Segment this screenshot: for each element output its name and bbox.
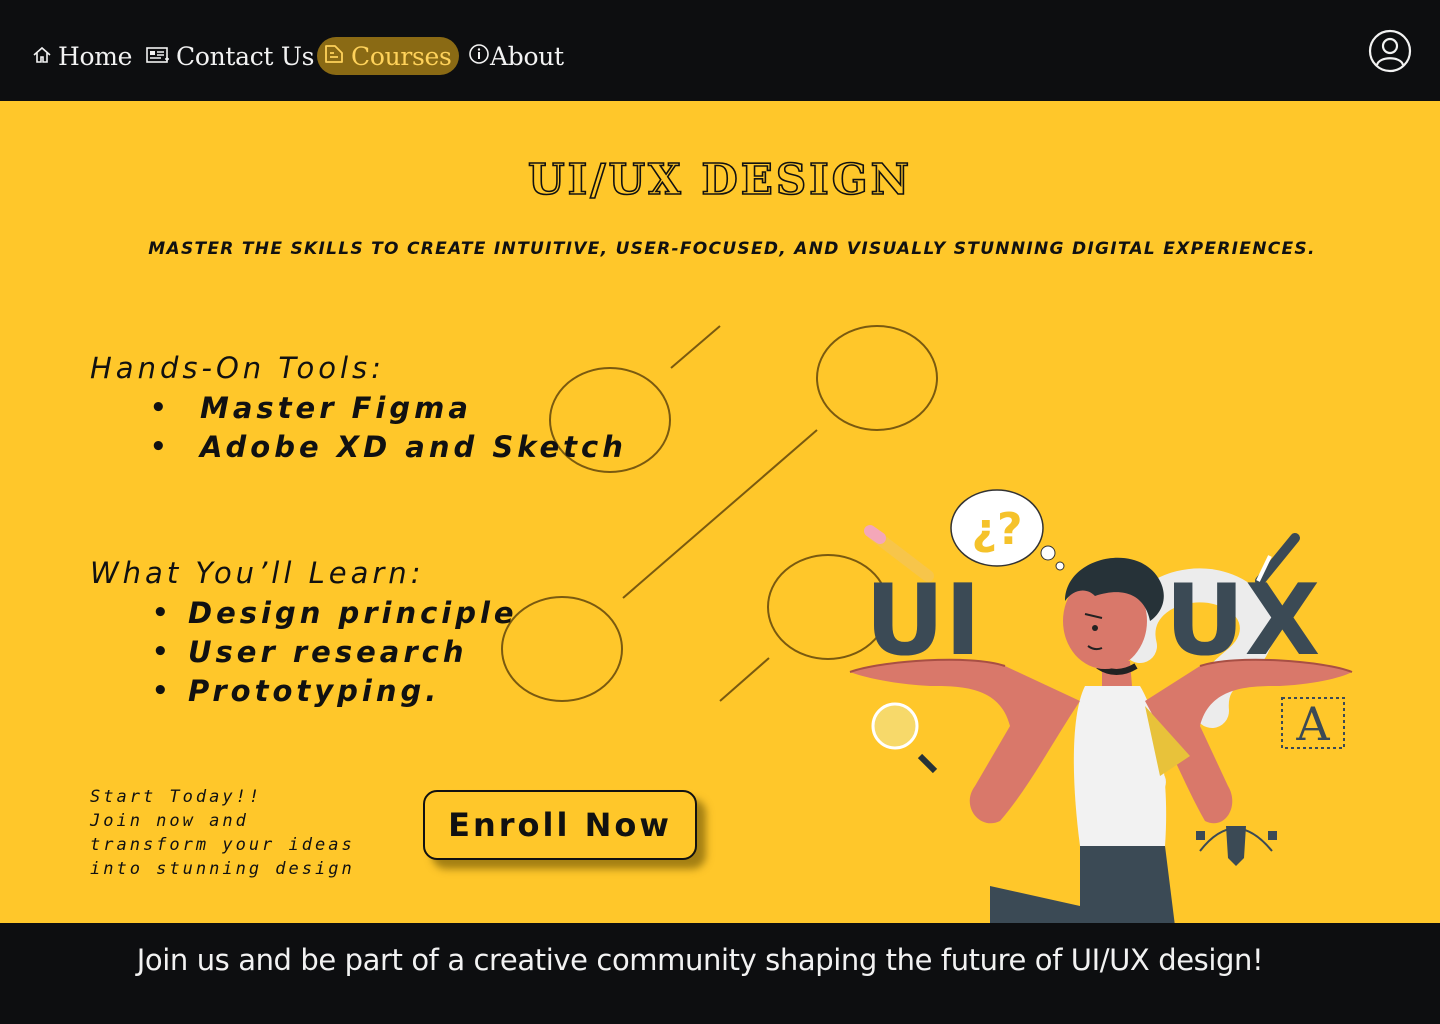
courses-icon: [323, 42, 345, 71]
nav-about-link[interactable]: About: [468, 37, 564, 75]
learn-list: Design principle User research Prototypi…: [152, 594, 518, 711]
nav-about-label: About: [490, 41, 564, 71]
list-item: Master Figma: [150, 389, 627, 428]
footer-tagline: Join us and be part of a creative commun…: [136, 943, 1264, 977]
start-today-text: Start Today!! Join now and transform you…: [90, 785, 390, 881]
tools-heading: Hands-On Tools:: [90, 351, 385, 385]
nav-contact-link[interactable]: Contact Us: [146, 37, 314, 75]
top-nav: Home Contact Us Courses About: [0, 0, 1440, 101]
footer: Join us and be part of a creative commun…: [0, 923, 1440, 1024]
contact-card-icon: [146, 42, 170, 71]
glyph-letter: A: [1295, 697, 1330, 751]
list-item: Adobe XD and Sketch: [150, 428, 627, 467]
nav-home-label: Home: [58, 41, 133, 71]
enroll-now-button[interactable]: Enroll Now: [423, 790, 697, 860]
list-item: Design principle: [152, 594, 518, 633]
page-title: UI/UX DESIGN: [527, 154, 913, 205]
nav-home-link[interactable]: Home: [32, 37, 132, 75]
nav-courses-link[interactable]: Courses: [317, 37, 459, 75]
info-icon: [468, 42, 490, 71]
page-subtitle: Master the skills to create intuitive, u…: [148, 239, 1316, 259]
user-icon: [1368, 29, 1412, 77]
list-item: User research: [152, 633, 518, 672]
home-icon: [32, 42, 52, 71]
user-account-button[interactable]: [1368, 29, 1412, 73]
hero-section: UI/UX DESIGN Master the skills to create…: [0, 101, 1440, 923]
nav-courses-label: Courses: [351, 41, 452, 71]
start-today-heading: Start Today!!: [90, 787, 263, 807]
tools-list: Master Figma Adobe XD and Sketch: [150, 389, 627, 467]
nav-contact-label: Contact Us: [176, 41, 315, 71]
start-today-body: Join now and transform your ideas into s…: [90, 811, 368, 879]
designer-illustration: ¿? UI UX A: [849, 489, 1353, 923]
learn-heading: What You’ll Learn:: [90, 556, 425, 590]
bubble-text: ¿?: [971, 504, 1022, 555]
list-item: Prototyping.: [152, 672, 518, 711]
